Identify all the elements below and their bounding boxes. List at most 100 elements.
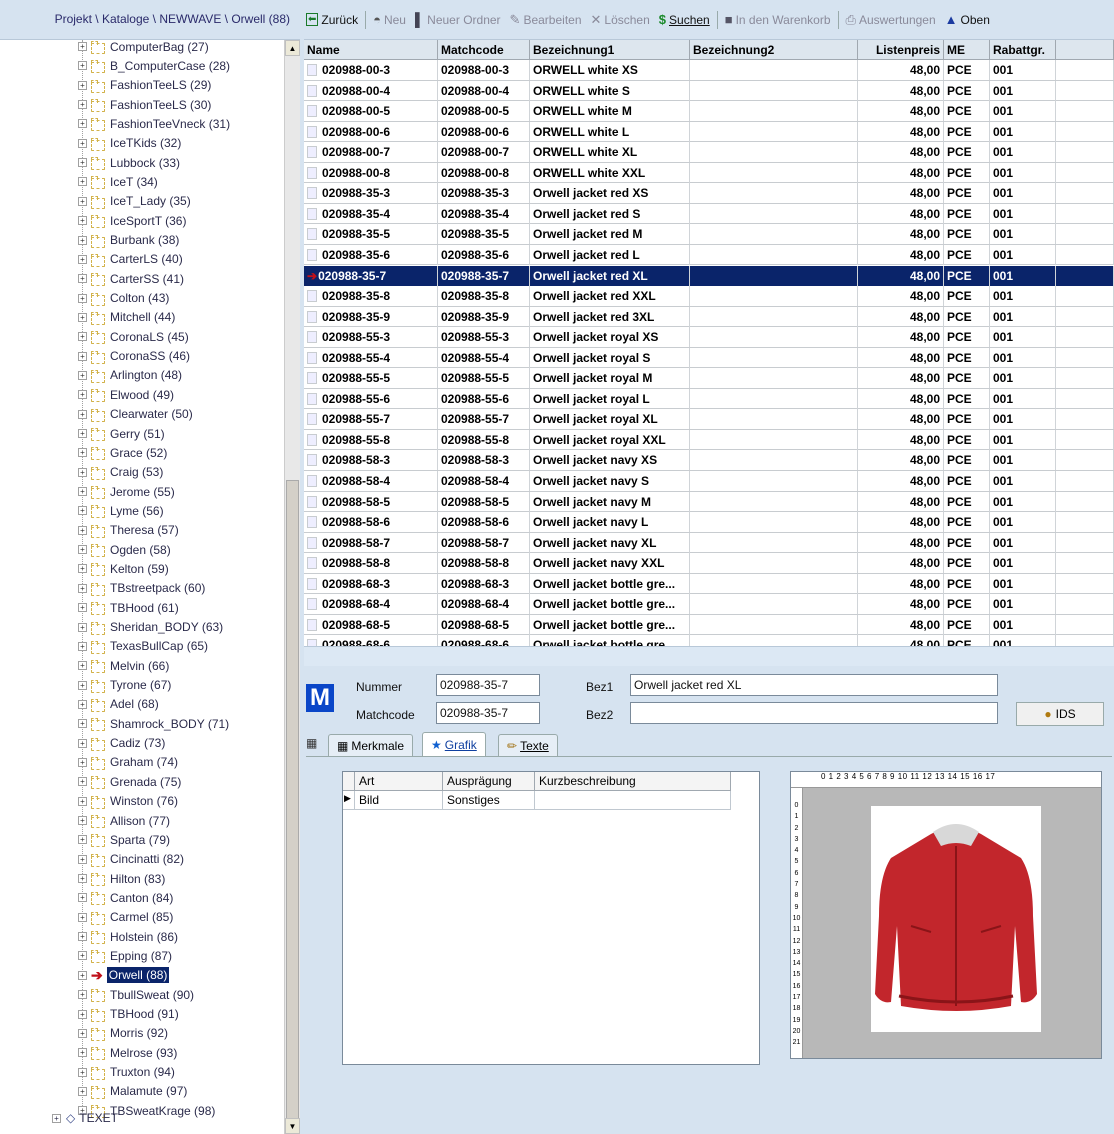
expand-icon[interactable]: +: [78, 177, 87, 187]
expand-icon[interactable]: +: [78, 80, 87, 90]
expand-icon[interactable]: +: [78, 545, 87, 555]
expand-icon[interactable]: +: [78, 738, 87, 748]
expand-icon[interactable]: +: [78, 990, 87, 1000]
expand-icon[interactable]: +: [78, 912, 87, 922]
column-header[interactable]: Bezeichnung1: [530, 40, 690, 60]
table-row[interactable]: 020988-55-4 020988-55-4 Orwell jacket roya…: [304, 347, 1114, 369]
tree-item[interactable]: + Lubbock (33): [78, 153, 180, 172]
tree-item[interactable]: + Melrose (93): [78, 1043, 177, 1062]
tree-item[interactable]: + Truxton (94): [78, 1063, 175, 1082]
tree-item-texet[interactable]: + ◇ TEXET: [52, 1111, 118, 1125]
tab-texte[interactable]: ✏ Texte: [498, 734, 558, 756]
tree-item[interactable]: + Morris (92): [78, 1024, 168, 1043]
tree-item[interactable]: + FashionTeeLS (29): [78, 76, 211, 95]
table-row[interactable]: 020988-00-5 020988-00-5 ORWELL white M 48,0…: [304, 101, 1114, 122]
expand-icon[interactable]: +: [78, 235, 87, 245]
expand-icon[interactable]: +: [78, 893, 87, 903]
nummer-field[interactable]: 020988-35-7: [436, 674, 540, 696]
tree-item[interactable]: + Allison (77): [78, 811, 170, 830]
table-row[interactable]: 020988-00-8 020988-00-8 ORWELL white XXL 48…: [304, 162, 1114, 184]
scroll-down-icon[interactable]: ▼: [285, 1118, 300, 1134]
table-row[interactable]: 020988-58-6 020988-58-6 Orwell jacket navy…: [304, 512, 1114, 533]
expand-icon[interactable]: +: [78, 196, 87, 206]
column-header[interactable]: Name: [304, 40, 438, 60]
matchcode-field[interactable]: 020988-35-7: [436, 702, 540, 724]
tree-item[interactable]: + Cadiz (73): [78, 734, 165, 753]
expand-icon[interactable]: +: [78, 332, 87, 342]
scroll-up-icon[interactable]: ▲: [285, 40, 300, 56]
expand-icon[interactable]: +: [78, 1048, 87, 1058]
tree-item[interactable]: + Theresa (57): [78, 521, 179, 540]
new-button[interactable]: ◓ Neu: [373, 12, 406, 27]
expand-icon[interactable]: +: [78, 370, 87, 380]
ids-button[interactable]: ● IDS: [1016, 702, 1104, 726]
tree-item[interactable]: + Canton (84): [78, 888, 173, 907]
tree-item[interactable]: + IceTKids (32): [78, 134, 181, 153]
table-row[interactable]: 020988-35-6 020988-35-6 Orwell jacket red …: [304, 244, 1114, 266]
tree-item[interactable]: + Cincinatti (82): [78, 850, 184, 869]
expand-icon[interactable]: +: [78, 719, 87, 729]
expand-icon[interactable]: +: [78, 970, 87, 980]
table-row[interactable]: 020988-55-7 020988-55-7 Orwell jacket roya…: [304, 409, 1114, 430]
table-row[interactable]: 020988-00-7 020988-00-7 ORWELL white XL 48,…: [304, 142, 1114, 163]
expand-icon[interactable]: +: [78, 158, 87, 168]
up-button[interactable]: ▲ Oben: [945, 12, 990, 27]
expand-icon[interactable]: +: [78, 583, 87, 593]
table-row[interactable]: 020988-58-4 020988-58-4 Orwell jacket navy…: [304, 471, 1114, 492]
expand-icon[interactable]: +: [78, 932, 87, 942]
tree-item[interactable]: + Adel (68): [78, 695, 159, 714]
tree-item[interactable]: + IceSportT (36): [78, 211, 186, 230]
tree-item[interactable]: + Ogden (58): [78, 540, 171, 559]
table-row[interactable]: 020988-58-3 020988-58-3 Orwell jacket navy…: [304, 450, 1114, 471]
tree-item[interactable]: + TbullSweat (90): [78, 985, 194, 1004]
tab-grafik[interactable]: ★ Grafik: [422, 732, 486, 756]
tree-item[interactable]: + Tyrone (67): [78, 676, 171, 695]
column-header[interactable]: Kurzbeschreibung: [535, 772, 731, 791]
expand-icon[interactable]: +: [78, 816, 87, 825]
expand-icon[interactable]: +: [78, 1028, 87, 1038]
table-row[interactable]: 020988-35-9 020988-35-9 Orwell jacket red …: [304, 306, 1114, 328]
tree-item[interactable]: + Graham (74): [78, 753, 178, 772]
tree-item[interactable]: + ➔ Orwell (88): [78, 966, 170, 985]
expand-icon[interactable]: +: [78, 874, 87, 884]
back-button[interactable]: ⬅ Zurück: [306, 13, 358, 27]
expand-icon[interactable]: +: [78, 1067, 87, 1077]
tree-item[interactable]: + Burbank (38): [78, 231, 179, 250]
tree-item[interactable]: + Gerry (51): [78, 424, 165, 443]
expand-icon[interactable]: +: [78, 119, 87, 129]
table-row[interactable]: 020988-00-6 020988-00-6 ORWELL white L 48,0…: [304, 121, 1114, 143]
table-row[interactable]: ➔020988-35-7 020988-35-7 Orwell jacket red…: [304, 265, 1114, 286]
table-cell[interactable]: Sonstiges: [443, 791, 535, 810]
expand-icon[interactable]: +: [78, 100, 87, 110]
tree-item[interactable]: + Malamute (97): [78, 1082, 187, 1101]
expand-icon[interactable]: +: [78, 796, 87, 806]
column-header[interactable]: ME: [944, 40, 990, 60]
tree-item[interactable]: + Sheridan_BODY (63): [78, 618, 223, 637]
tree-item[interactable]: + CoronaLS (45): [78, 327, 189, 346]
tree-scrollbar[interactable]: ▲ ▼: [284, 40, 300, 1134]
tree-item[interactable]: + FashionTeeLS (30): [78, 95, 211, 114]
tree-item[interactable]: + Elwood (49): [78, 385, 174, 404]
table-row[interactable]: 020988-55-8 020988-55-8 Orwell jacket roya…: [304, 429, 1114, 451]
column-header[interactable]: Bezeichnung2: [690, 40, 858, 60]
image-list-grid[interactable]: Art Ausprägung Kurzbeschreibung ▶ Bild Sonsti…: [342, 771, 760, 1065]
table-row[interactable]: 020988-35-5 020988-35-5 Orwell jacket red …: [304, 224, 1114, 245]
table-row[interactable]: 020988-55-6 020988-55-6 Orwell jacket roya…: [304, 388, 1114, 410]
tree-item[interactable]: + B_ComputerCase (28): [78, 56, 230, 75]
expand-icon[interactable]: +: [78, 1009, 87, 1019]
tree-item[interactable]: + IceT (34): [78, 172, 158, 191]
add-to-cart-button[interactable]: ■ In den Warenkorb: [725, 12, 831, 27]
table-row[interactable]: 020988-58-5 020988-58-5 Orwell jacket navy…: [304, 491, 1114, 513]
expand-icon[interactable]: +: [78, 951, 87, 961]
bez1-field[interactable]: Orwell jacket red XL: [630, 674, 998, 696]
column-header[interactable]: Rabattgr.: [990, 40, 1056, 60]
table-row[interactable]: 020988-35-4 020988-35-4 Orwell jacket red …: [304, 203, 1114, 225]
table-row[interactable]: 020988-35-8 020988-35-8 Orwell jacket red …: [304, 286, 1114, 307]
tree-item[interactable]: + Clearwater (50): [78, 405, 193, 424]
tree-item[interactable]: + CarterLS (40): [78, 250, 183, 269]
expand-icon[interactable]: +: [78, 835, 87, 845]
tree-item[interactable]: + TBHood (61): [78, 598, 179, 617]
tree-item[interactable]: + IceT_Lady (35): [78, 192, 191, 211]
catalog-tree[interactable]: + ComputerBag (27) + B_ComputerCase (28) + Fa…: [0, 40, 284, 1134]
column-header[interactable]: Art: [355, 772, 443, 791]
